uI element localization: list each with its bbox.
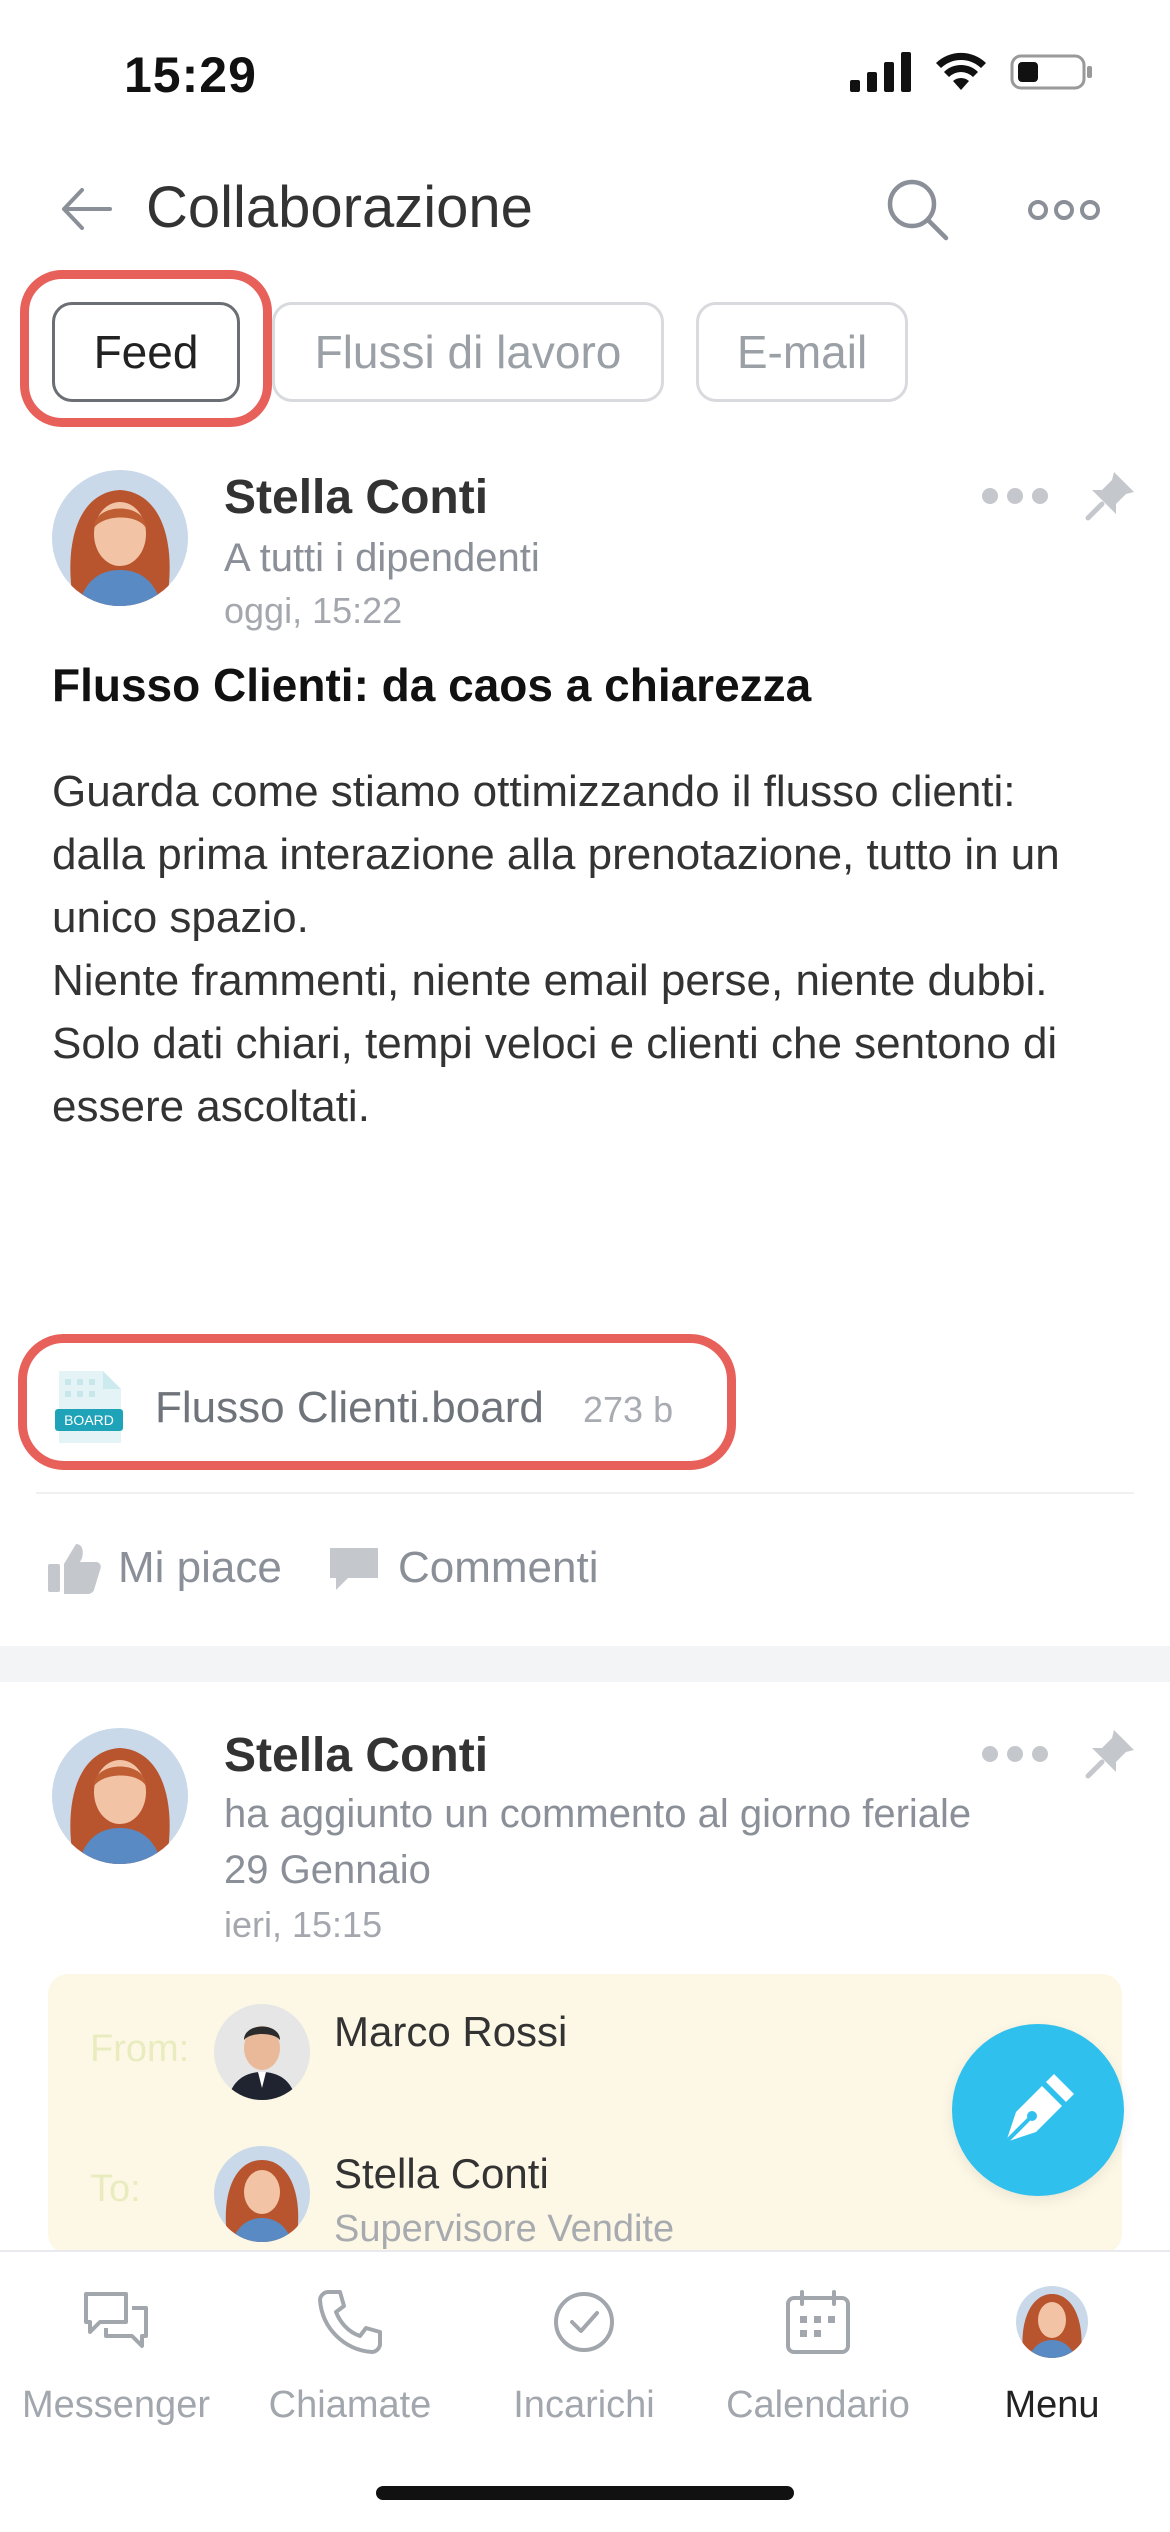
nav-label: Calendario — [726, 2384, 910, 2426]
comment-label: Commenti — [398, 1543, 599, 1592]
more-button[interactable] — [1024, 180, 1104, 240]
nav-menu[interactable]: Menu — [942, 2282, 1162, 2427]
phone-icon — [310, 2282, 390, 2362]
more-dots-icon — [982, 1746, 1048, 1762]
status-time: 15:29 — [124, 47, 257, 103]
author-name[interactable]: Stella Conti — [224, 1728, 488, 1783]
post-more-button[interactable] — [980, 1742, 1050, 1766]
back-button[interactable] — [52, 174, 122, 244]
recipient-name: Stella Conti — [334, 2150, 549, 2197]
signal-icon — [850, 52, 911, 92]
board-file-icon-label: BOARD — [64, 1412, 114, 1428]
post-time: oggi, 15:22 — [224, 590, 403, 631]
post-actions: Mi piace Commenti — [0, 1530, 1170, 1610]
sender-name: Marco Rossi — [334, 2008, 568, 2055]
search-icon — [887, 179, 949, 241]
post-title: Flusso Clienti: da caos a chiarezza — [52, 659, 812, 711]
nav-calls[interactable]: Chiamate — [240, 2282, 460, 2427]
author-avatar[interactable] — [52, 470, 188, 606]
home-indicator — [376, 2486, 794, 2500]
pen-icon — [1004, 2074, 1074, 2144]
nav-label: Incarichi — [513, 2384, 655, 2426]
post-audience: A tutti i dipendenti — [224, 536, 540, 580]
post-time: ieri, 15:15 — [224, 1904, 383, 1945]
comment-button[interactable]: Commenti — [326, 1540, 599, 1596]
highlight-ring — [20, 270, 272, 427]
tab-bar: Feed Flussi di lavoro E-mail — [0, 270, 1170, 430]
tab-workflows[interactable]: Flussi di lavoro — [272, 302, 664, 402]
pin-button[interactable] — [1084, 1726, 1138, 1780]
attachment-name[interactable]: Flusso Clienti.board — [155, 1383, 544, 1433]
nav-label: Menu — [1004, 2384, 1100, 2426]
more-dots-icon — [982, 488, 1048, 504]
pin-button[interactable] — [1084, 468, 1138, 522]
recipient-role: Supervisore Vendite — [334, 2208, 675, 2250]
post-separator — [0, 1646, 1170, 1682]
wifi-icon — [936, 52, 986, 90]
header: Collaborazione — [0, 150, 1170, 270]
search-button[interactable] — [880, 172, 956, 248]
status-bar: 15:29 — [0, 0, 1170, 150]
email-from-label: From: — [90, 2028, 190, 2070]
post-more-button[interactable] — [980, 484, 1050, 508]
avatar — [1012, 2282, 1092, 2362]
arrow-left-icon — [62, 188, 112, 230]
email-to-label: To: — [90, 2168, 141, 2210]
post-body: Guarda come stiamo ottimizzando il fluss… — [52, 767, 1060, 1131]
page-title: Collaborazione — [146, 175, 533, 240]
attachment-size: 273 b — [583, 1389, 674, 1430]
nav-calendar[interactable]: Calendario — [708, 2282, 928, 2427]
post-activity: ha aggiunto un commento al giorno ferial… — [224, 1792, 972, 1892]
author-avatar[interactable] — [52, 1728, 188, 1864]
attachment[interactable]: BOARD Flusso Clienti.board 273 b — [18, 1334, 736, 1470]
nav-tasks[interactable]: Incarichi — [474, 2282, 694, 2427]
recipient-avatar — [214, 2146, 310, 2242]
check-circle-icon — [544, 2282, 624, 2362]
divider — [36, 1492, 1134, 1494]
thumbs-up-icon — [48, 1544, 101, 1594]
author-name[interactable]: Stella Conti — [224, 470, 488, 525]
comment-icon — [330, 1548, 378, 1590]
messenger-icon — [76, 2282, 156, 2362]
like-button[interactable]: Mi piace — [46, 1540, 282, 1596]
pin-icon — [1085, 1730, 1134, 1779]
nav-label: Chiamate — [268, 2384, 432, 2426]
sender-avatar — [214, 2004, 310, 2100]
status-icons — [850, 52, 1094, 92]
calendar-icon — [778, 2282, 858, 2362]
pin-icon — [1085, 472, 1134, 521]
like-label: Mi piace — [118, 1543, 282, 1592]
compose-button[interactable] — [952, 2024, 1124, 2196]
board-file-icon: BOARD — [55, 1369, 123, 1445]
nav-label: Messenger — [22, 2384, 210, 2426]
nav-messenger[interactable]: Messenger — [6, 2282, 226, 2427]
battery-icon — [1010, 54, 1092, 90]
more-dots-icon — [1028, 200, 1100, 220]
tab-email[interactable]: E-mail — [696, 302, 908, 402]
